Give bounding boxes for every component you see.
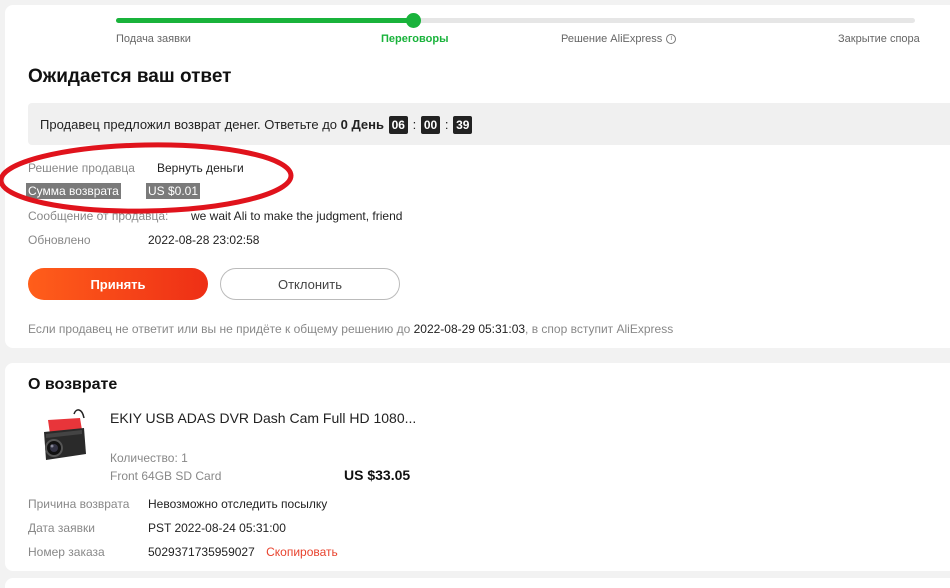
request-date-label: Дата заявки <box>28 521 95 535</box>
refund-details-card <box>5 363 950 571</box>
reject-button[interactable]: Отклонить <box>220 268 400 300</box>
seller-message-value: we wait Ali to make the judgment, friend <box>191 209 403 223</box>
product-price: US $33.05 <box>344 467 411 483</box>
next-card-edge <box>5 578 950 588</box>
refund-amount-label: Сумма возврата <box>26 183 121 199</box>
product-variant: Front 64GB SD Card <box>110 469 222 483</box>
step-close-dispute: Закрытие спора <box>838 33 920 45</box>
return-reason-label: Причина возврата <box>28 497 130 511</box>
seller-decision-value: Вернуть деньги <box>157 161 244 175</box>
step-aliexpress-decision: Решение AliExpress i <box>561 33 677 45</box>
info-icon[interactable]: i <box>666 34 677 45</box>
product-title[interactable]: EKIY USB ADAS DVR Dash Cam Full HD 1080.… <box>110 410 416 426</box>
refund-section-title: О возврате <box>28 376 118 393</box>
order-number-label: Номер заказа <box>28 545 105 559</box>
seller-decision-label: Решение продавца <box>28 161 135 175</box>
accept-button[interactable]: Принять <box>28 268 208 300</box>
countdown-notice: Продавец предложил возврат денег. Ответь… <box>28 103 950 145</box>
footnote-suffix: , в спор вступит AliExpress <box>525 322 674 336</box>
page-title: Ожидается ваш ответ <box>28 66 232 87</box>
step-aliexpress-decision-label: Решение AliExpress <box>561 33 663 45</box>
notice-text: Продавец предложил возврат денег. Ответь… <box>40 117 338 132</box>
progress-current-dot <box>406 13 421 28</box>
progress-fill <box>116 18 414 23</box>
step-submit-request: Подача заявки <box>116 33 191 45</box>
footnote-date: 2022-08-29 05:31:03 <box>413 322 526 336</box>
footnote-text: Если продавец не ответит или вы не придё… <box>28 322 411 336</box>
timer-minutes: 00 <box>420 116 441 134</box>
escalation-footnote: Если продавец не ответит или вы не придё… <box>28 322 673 336</box>
return-reason-value: Невозможно отследить посылку <box>148 497 328 511</box>
timer-colon: : <box>444 117 449 132</box>
product-quantity: Количество: 1 <box>110 451 188 465</box>
seller-message-label: Сообщение от продавца: <box>28 209 169 223</box>
refund-amount-value: US $0.01 <box>146 183 201 199</box>
timer-seconds: 39 <box>453 116 473 134</box>
dashcam-product-image[interactable] <box>34 404 94 466</box>
days-word: День <box>351 117 385 132</box>
updated-label: Обновлено <box>28 233 91 247</box>
days-count: 0 <box>340 117 348 132</box>
order-number-value: 5029371735959027 <box>148 545 255 559</box>
copy-order-link[interactable]: Скопировать <box>266 545 338 559</box>
request-date-value: PST 2022-08-24 05:31:00 <box>148 521 286 535</box>
timer-hours: 06 <box>388 116 408 134</box>
updated-value: 2022-08-28 23:02:58 <box>148 233 260 247</box>
step-negotiation: Переговоры <box>381 33 449 45</box>
timer-colon: : <box>412 117 417 132</box>
